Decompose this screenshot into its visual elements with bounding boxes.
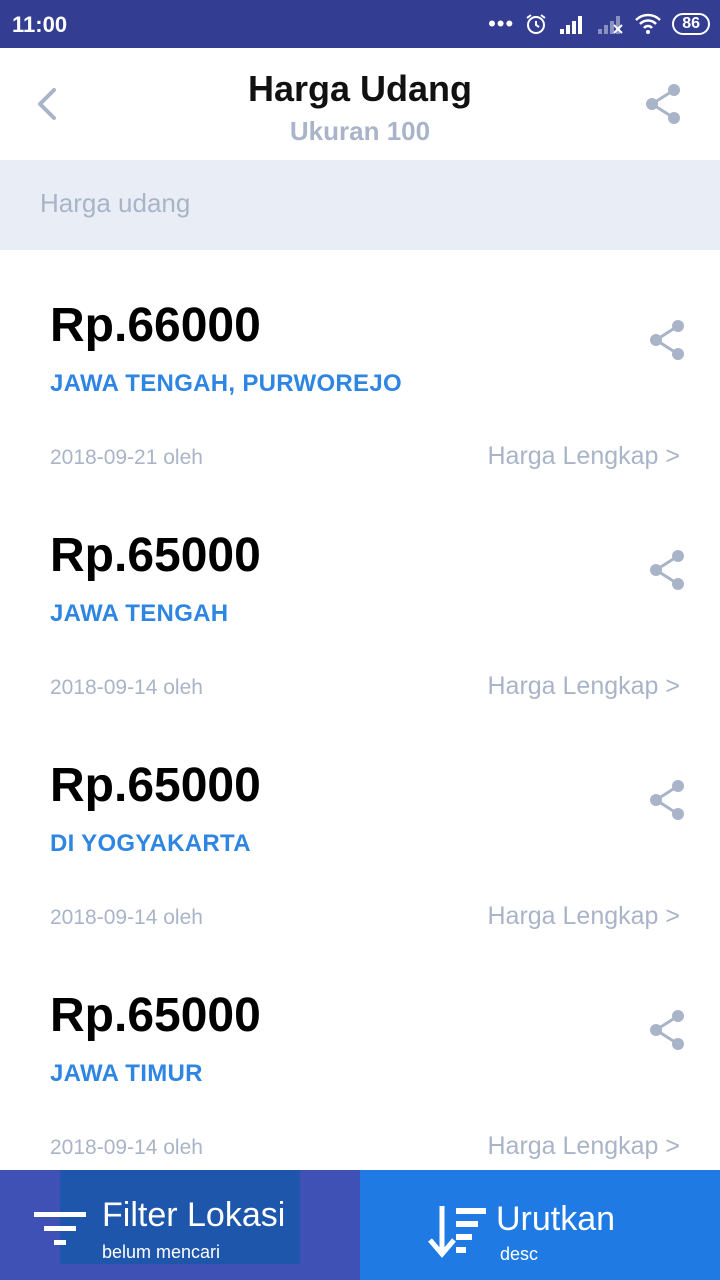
status-time: 11:00 xyxy=(12,12,68,37)
share-icon[interactable] xyxy=(646,548,690,592)
sort-sublabel: desc xyxy=(500,1244,539,1264)
page-title: Harga Udang xyxy=(247,68,473,109)
date-label: 2018-09-21 oleh xyxy=(50,446,203,469)
more-dots-icon: ••• xyxy=(488,11,515,36)
price-value: Rp.66000 xyxy=(50,299,261,352)
location-label: JAWA TIMUR xyxy=(50,1060,203,1087)
full-price-link[interactable]: Harga Lengkap > xyxy=(487,672,680,701)
sort-label: Urutkan xyxy=(496,1200,616,1238)
filter-sublabel: belum mencari xyxy=(102,1242,221,1262)
status-icons: ••• 86 xyxy=(488,10,710,38)
alarm-icon xyxy=(526,14,546,34)
wifi-icon xyxy=(635,13,662,34)
price-card[interactable]: Rp.66000 JAWA TENGAH, PURWOREJO 2018-09-… xyxy=(0,250,720,480)
sort-button[interactable]: Urutkan desc xyxy=(360,1170,720,1280)
date-label: 2018-09-14 oleh xyxy=(50,1136,203,1159)
price-list: Rp.66000 JAWA TENGAH, PURWOREJO 2018-09-… xyxy=(0,250,720,1170)
filter-icon xyxy=(34,1212,86,1245)
search-label: Harga udang xyxy=(40,188,191,218)
price-value: Rp.65000 xyxy=(50,989,261,1042)
bottom-action-bar: Filter Lokasi belum mencari Urutkan desc xyxy=(0,1170,720,1280)
app-bar: Harga Udang Ukuran 100 xyxy=(0,48,720,160)
battery-indicator: 86 xyxy=(672,13,710,35)
share-icon[interactable] xyxy=(642,82,686,126)
price-card[interactable]: Rp.65000 JAWA TENGAH 2018-09-14 oleh Har… xyxy=(0,480,720,710)
full-price-link[interactable]: Harga Lengkap > xyxy=(487,442,680,471)
filter-label: Filter Lokasi xyxy=(102,1196,286,1234)
full-price-link[interactable]: Harga Lengkap > xyxy=(487,902,680,931)
page-subtitle: Ukuran 100 xyxy=(289,116,431,146)
location-label: JAWA TENGAH, PURWOREJO xyxy=(50,370,402,397)
status-bar: 11:00 ••• 86 xyxy=(0,0,720,48)
filter-location-button[interactable]: Filter Lokasi belum mencari xyxy=(0,1170,360,1280)
search-bar[interactable]: Harga udang xyxy=(0,160,720,250)
price-card[interactable]: Rp.65000 DI YOGYAKARTA 2018-09-14 oleh H… xyxy=(0,710,720,940)
share-icon[interactable] xyxy=(646,778,690,822)
full-price-link[interactable]: Harga Lengkap > xyxy=(487,1132,680,1161)
share-icon[interactable] xyxy=(646,318,690,362)
date-label: 2018-09-14 oleh xyxy=(50,906,203,929)
sort-desc-icon xyxy=(428,1206,486,1258)
price-card[interactable]: Rp.65000 JAWA TIMUR 2018-09-14 oleh Harg… xyxy=(0,940,720,1170)
price-value: Rp.65000 xyxy=(50,759,261,812)
location-label: JAWA TENGAH xyxy=(50,600,229,627)
share-icon[interactable] xyxy=(646,1008,690,1052)
date-label: 2018-09-14 oleh xyxy=(50,676,203,699)
location-label: DI YOGYAKARTA xyxy=(50,830,251,857)
signal-icon xyxy=(560,16,583,34)
price-value: Rp.65000 xyxy=(50,529,261,582)
signal-off-icon xyxy=(598,16,623,34)
